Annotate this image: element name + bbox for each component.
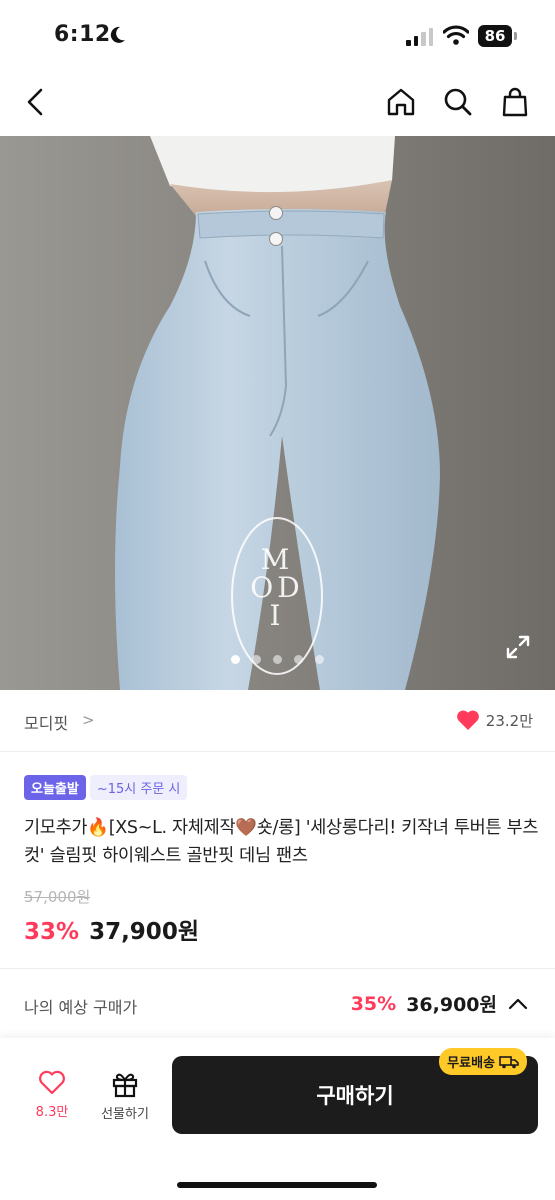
back-button[interactable] (16, 83, 54, 121)
like-count[interactable]: 23.2만 (456, 709, 533, 731)
product-title: 기모추가🔥[XS~L. 자체제작🤎숏/롱] '세상롱다리! 키작녀 투버튼 부츠… (24, 818, 539, 866)
expected-discount: 35% (350, 992, 397, 1015)
home-icon (387, 88, 415, 116)
moon-icon (110, 26, 126, 48)
divider (0, 968, 555, 969)
expected-price-label: 나의 예상 구매가 (24, 998, 138, 1017)
gift-button[interactable]: 선물하기 (89, 1070, 161, 1122)
gift-label: 선물하기 (101, 1107, 149, 1122)
cart-button[interactable] (496, 83, 534, 121)
carousel-dot[interactable] (231, 655, 240, 664)
status-bar: 6:12 86 (0, 0, 555, 68)
chevron-up-icon[interactable] (507, 997, 529, 1011)
wifi-icon (442, 25, 470, 49)
search-button[interactable] (439, 83, 477, 121)
discount-rate: 33% (24, 919, 80, 945)
original-price: 57,000원 (24, 888, 91, 906)
carousel-indicator (0, 655, 555, 664)
wishlist-count: 8.3만 (35, 1105, 69, 1120)
heart-outline-icon (39, 1070, 65, 1095)
brand-link[interactable]: 모디핏 (24, 710, 68, 734)
heart-filled-icon (456, 710, 479, 730)
carousel-dot[interactable] (294, 655, 303, 664)
expand-icon (506, 635, 530, 659)
carousel-dot[interactable] (273, 655, 282, 664)
top-nav-bar (0, 68, 555, 136)
home-indicator (177, 1182, 377, 1188)
carousel-dot[interactable] (252, 655, 261, 664)
brand-row: 모디핏 > 23.2만 (0, 690, 555, 752)
chevron-left-icon (27, 88, 43, 116)
battery-level: 86 (478, 25, 512, 47)
truck-icon (499, 1055, 519, 1068)
cutoff-time-badge: ~15시 주문 시 (89, 775, 188, 800)
expected-price-row[interactable]: 나의 예상 구매가 35% 36,900원 (0, 970, 555, 1038)
free-shipping-label: 무료배송 (447, 1056, 495, 1071)
bottom-action-bar: 8.3만 선물하기 구매하기 무료배송 (0, 1038, 555, 1200)
expand-image-button[interactable] (505, 634, 531, 664)
product-image-carousel[interactable]: MODI (0, 136, 555, 690)
sale-price: 37,900원 (89, 919, 199, 945)
search-icon (444, 88, 472, 116)
wishlist-button[interactable]: 8.3만 (16, 1070, 88, 1120)
delivery-badges: 오늘출발 ~15시 주문 시 (24, 775, 188, 800)
expected-price: 36,900원 (406, 994, 497, 1016)
price-row: 33% 37,900원 (24, 912, 199, 946)
home-button[interactable] (382, 83, 420, 121)
chevron-right-icon: > (82, 711, 95, 729)
free-shipping-badge: 무료배송 (439, 1048, 527, 1075)
likes-count-text: 23.2만 (485, 711, 533, 730)
carousel-dot[interactable] (315, 655, 324, 664)
gift-icon (112, 1073, 138, 1098)
shopping-bag-icon (502, 87, 528, 117)
watermark-text: MODI (250, 543, 304, 632)
today-shipping-badge: 오늘출발 (24, 775, 86, 800)
status-time: 6:12 (54, 22, 111, 47)
cellular-signal-icon (406, 28, 433, 46)
